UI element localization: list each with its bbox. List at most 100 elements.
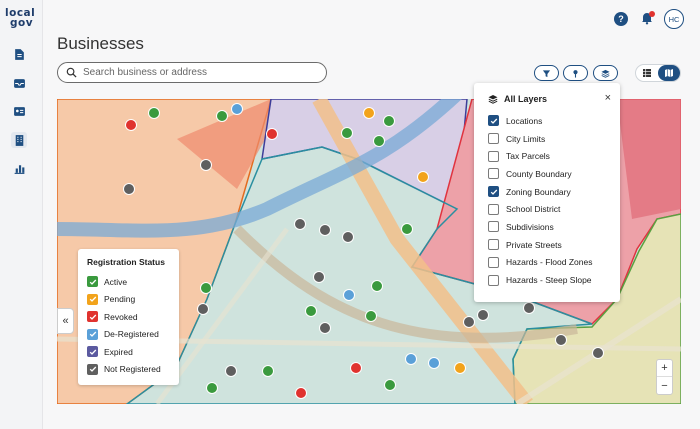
location-point[interactable]	[350, 362, 362, 374]
notification-dot	[649, 11, 655, 17]
layers-button[interactable]	[593, 65, 618, 81]
avatar[interactable]: HC	[664, 9, 684, 29]
location-point[interactable]	[342, 231, 354, 243]
location-point[interactable]	[592, 347, 604, 359]
location-point[interactable]	[262, 365, 274, 377]
location-point[interactable]	[305, 305, 317, 317]
location-point[interactable]	[384, 379, 396, 391]
location-point[interactable]	[477, 309, 489, 321]
location-point[interactable]	[313, 271, 325, 283]
layer-checkbox[interactable]	[488, 256, 499, 268]
location-point[interactable]	[405, 353, 417, 365]
location-point[interactable]	[371, 280, 383, 292]
layer-checkbox[interactable]	[488, 150, 499, 162]
sidebar-item-reports[interactable]	[11, 160, 27, 176]
layer-item-school-district[interactable]: School District	[488, 200, 606, 218]
layer-item-county-boundary[interactable]: County Boundary	[488, 165, 606, 183]
help-button[interactable]: ?	[614, 12, 628, 26]
layer-checkbox[interactable]	[488, 186, 499, 198]
layer-checkbox[interactable]	[488, 203, 499, 215]
location-point[interactable]	[401, 223, 413, 235]
legend-item: Active	[87, 273, 170, 291]
registration-status-legend: Registration Status Active Pending Revok…	[78, 249, 179, 385]
location-point[interactable]	[148, 107, 160, 119]
pin-icon	[573, 69, 578, 78]
layer-checkbox[interactable]	[488, 115, 499, 127]
notifications-button[interactable]	[640, 11, 655, 27]
location-point[interactable]	[231, 103, 243, 115]
layer-item-tax-parcels[interactable]: Tax Parcels	[488, 147, 606, 165]
sidebar-item-contacts[interactable]	[11, 103, 27, 119]
location-point[interactable]	[383, 115, 395, 127]
location-point[interactable]	[343, 289, 355, 301]
layer-checkbox[interactable]	[488, 168, 499, 180]
location-point[interactable]	[373, 135, 385, 147]
sidebar: local gov	[0, 0, 42, 429]
layer-checkbox[interactable]	[488, 239, 499, 251]
layer-item-locations[interactable]: Locations	[488, 112, 606, 130]
layer-checkbox[interactable]	[488, 133, 499, 145]
logo[interactable]: local gov	[5, 8, 37, 38]
location-point[interactable]	[206, 382, 218, 394]
location-point[interactable]	[266, 128, 278, 140]
collapse-panel-button[interactable]: «	[57, 308, 74, 334]
location-point[interactable]	[365, 310, 377, 322]
location-point[interactable]	[197, 303, 209, 315]
layer-item-steep-slope[interactable]: Hazards - Steep Slope	[488, 271, 606, 289]
location-point[interactable]	[454, 362, 466, 374]
pin-button[interactable]	[563, 65, 588, 81]
location-point[interactable]	[200, 159, 212, 171]
filter-button[interactable]	[534, 65, 559, 81]
legend-title: Registration Status	[87, 257, 165, 267]
layer-item-zoning-boundary[interactable]: Zoning Boundary	[488, 183, 606, 201]
layer-label: Private Streets	[506, 239, 562, 250]
layer-label: Locations	[506, 115, 543, 126]
location-point[interactable]	[125, 119, 137, 131]
building-icon	[15, 134, 23, 146]
inbox-icon	[13, 78, 25, 88]
layer-item-city-limits[interactable]: City Limits	[488, 130, 606, 148]
location-point[interactable]	[428, 357, 440, 369]
layer-label: Tax Parcels	[506, 151, 550, 162]
zoom-in-button[interactable]: +	[657, 360, 672, 377]
layers-icon	[488, 95, 498, 104]
location-point[interactable]	[123, 183, 135, 195]
legend-label: De-Registered	[104, 329, 159, 340]
layers-panel-title: All Layers	[488, 94, 606, 104]
location-point[interactable]	[555, 334, 567, 346]
zoom-out-button[interactable]: −	[657, 377, 672, 394]
location-point[interactable]	[523, 302, 535, 314]
layer-checkbox[interactable]	[488, 274, 499, 286]
layer-label: School District	[506, 204, 561, 215]
legend-label: Not Registered	[104, 364, 161, 375]
layer-item-subdivisions[interactable]: Subdivisions	[488, 218, 606, 236]
location-point[interactable]	[417, 171, 429, 183]
check-icon	[87, 328, 98, 340]
list-view-button[interactable]	[636, 65, 658, 81]
sidebar-item-inbox[interactable]	[11, 75, 27, 91]
help-icon: ?	[618, 14, 624, 24]
map-view-button[interactable]	[658, 65, 680, 81]
location-point[interactable]	[216, 110, 228, 122]
page-title: Businesses	[57, 34, 144, 53]
search-box[interactable]	[57, 62, 327, 83]
location-point[interactable]	[463, 316, 475, 328]
location-point[interactable]	[319, 322, 331, 334]
layer-item-private-streets[interactable]: Private Streets	[488, 236, 606, 254]
bar-chart-icon	[14, 164, 24, 174]
location-point[interactable]	[294, 218, 306, 230]
location-point[interactable]	[319, 224, 331, 236]
sidebar-item-businesses[interactable]	[11, 132, 27, 148]
search-input[interactable]	[83, 67, 303, 78]
location-point[interactable]	[295, 387, 307, 399]
layers-icon	[601, 69, 610, 78]
location-point[interactable]	[225, 365, 237, 377]
sidebar-item-documents[interactable]	[11, 46, 27, 62]
location-point[interactable]	[363, 107, 375, 119]
legend-label: Active	[104, 276, 128, 287]
layer-checkbox[interactable]	[488, 221, 499, 233]
close-icon[interactable]: ×	[605, 92, 611, 104]
location-point[interactable]	[200, 282, 212, 294]
layer-item-flood-zones[interactable]: Hazards - Flood Zones	[488, 254, 606, 272]
location-point[interactable]	[341, 127, 353, 139]
